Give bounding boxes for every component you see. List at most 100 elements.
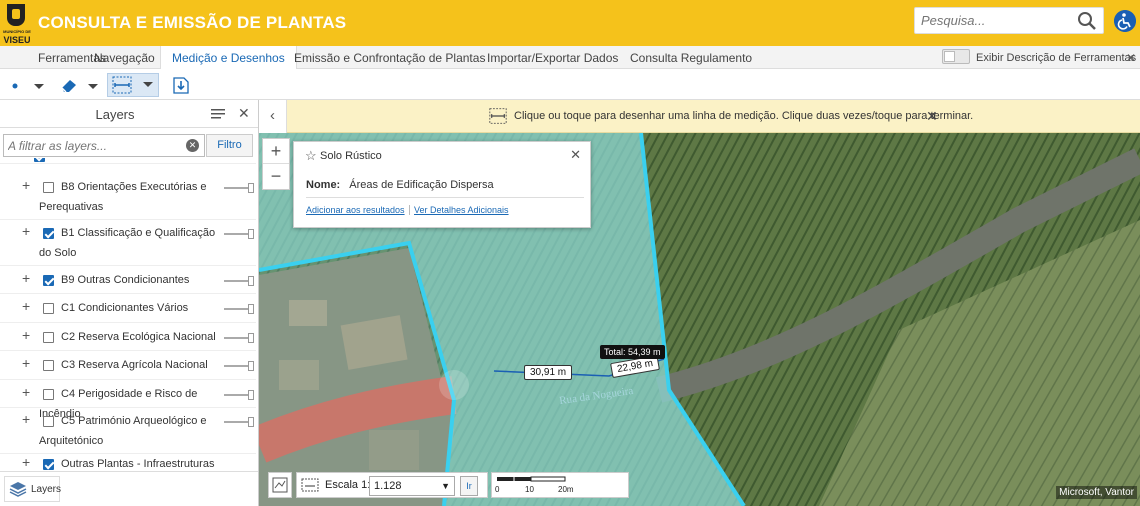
slider-thumb[interactable] [248,417,254,427]
ribbon-tabs: Ferramentas Navegação Medição e Desenhos… [0,46,1140,69]
zoom-control: + − [262,138,290,190]
tab-medicao-e-desenhos[interactable]: Medição e Desenhos [160,46,297,69]
expand-icon[interactable]: + [22,270,30,286]
map-view[interactable]: Rua da Nogueira 30,91 m 22,98 m Total: 5… [259,100,1140,506]
list-item: + C5 Património Arqueológico e Arquitetó… [0,408,256,454]
expand-icon[interactable]: + [22,355,30,371]
measure-tool-button[interactable] [107,73,159,97]
search-input[interactable] [915,8,1065,33]
collapse-panel-button[interactable]: ‹ [259,100,287,133]
slider-thumb[interactable] [248,390,254,400]
toggle-label: Exibir Descrição de Ferramentas [976,52,1137,64]
field-value: Áreas de Edificação Dispersa [349,179,494,191]
slider-track [224,365,250,367]
scale-tick: 0 [495,485,500,494]
zoom-out-button[interactable]: − [263,164,289,189]
opacity-slider[interactable] [224,304,254,314]
eraser-icon[interactable] [58,74,80,96]
close-icon[interactable]: ✕ [570,147,581,163]
total-length-label: Total: 54,39 m [600,345,665,359]
tab-emissao-e-confrontacao[interactable]: Emissão e Confrontação de Plantas [283,46,496,69]
layer-label: B1 Classificação e Qualificação do Solo [39,227,216,259]
layers-panel: Layers ✕ ✕ Filtro + B8 Orientações Execu… [0,100,259,506]
expand-icon[interactable]: + [22,454,30,470]
filter-button[interactable]: Filtro [206,134,253,157]
slider-thumb[interactable] [248,333,254,343]
feature-popup: ☆ Solo Rústico ✕ Nome: Áreas de Edificaç… [293,141,591,228]
search-icon[interactable] [1077,11,1097,31]
star-icon[interactable]: ☆ [305,148,317,164]
list-item: + Outras Plantas - Infraestruturas [0,454,256,470]
layer-checkbox[interactable] [34,158,45,162]
instruction-banner: ‹ Clique ou toque para desenhar uma linh… [259,100,1140,133]
drawing-toolbar [0,70,1140,100]
divider [306,197,584,198]
map-icon [272,477,288,493]
search-box[interactable] [914,7,1104,34]
layer-label: C2 Reserva Ecológica Nacional [61,331,216,343]
expand-icon[interactable]: + [22,298,30,314]
layer-list: + B8 Orientações Executórias e Perequati… [0,158,258,470]
layer-label: C5 Património Arqueológico e Arquitetóni… [39,415,207,447]
chevron-down-icon[interactable] [141,77,155,93]
zoom-in-button[interactable]: + [263,139,289,164]
slider-thumb[interactable] [248,183,254,193]
list-item: + B8 Orientações Executórias e Perequati… [0,174,256,220]
expand-icon[interactable]: + [22,223,30,239]
tool-description-toggle[interactable] [942,49,970,64]
expand-icon[interactable]: + [22,327,30,343]
field-label: Nome: [306,179,341,191]
opacity-slider[interactable] [224,417,254,427]
expand-icon[interactable]: + [22,384,30,400]
ruler-icon [112,76,132,94]
slider-track [224,280,250,282]
close-icon[interactable]: ✕ [238,105,250,122]
slider-thumb[interactable] [248,304,254,314]
slider-track [224,233,250,235]
scale-label: Escala 1: [325,479,371,491]
close-icon[interactable]: ✕ [1126,46,1136,70]
clear-icon[interactable]: ✕ [186,139,199,152]
slider-track [224,187,250,189]
scale-icon [301,478,319,492]
menu-icon[interactable] [211,108,225,120]
layer-filter-input[interactable] [4,135,182,156]
panel-title: Layers [95,107,135,122]
layer-label: B9 Outras Condicionantes [61,274,190,286]
point-tool-icon[interactable] [8,74,22,96]
accessibility-icon[interactable] [1114,10,1136,32]
opacity-slider[interactable] [224,276,254,286]
view-details-link[interactable]: Ver Detalhes Adicionais [409,205,509,215]
tab-navegacao[interactable]: Navegação [83,46,166,69]
chevron-down-icon[interactable] [86,74,100,96]
opacity-slider[interactable] [224,183,254,193]
save-drawing-icon[interactable] [170,74,192,96]
tab-consulta-regulamento[interactable]: Consulta Regulamento [619,46,763,69]
opacity-slider[interactable] [224,361,254,371]
app-header: MUNICÍPIO DE VISEU CONSULTA E EMISSÃO DE… [0,0,1140,46]
close-icon[interactable]: ✕ [926,108,938,125]
slider-thumb[interactable] [248,276,254,286]
layers-tab-button[interactable]: Layers [4,476,61,502]
overview-map-button[interactable] [268,472,292,498]
add-to-results-link[interactable]: Adicionar aos resultados [306,205,405,215]
ruler-icon [489,108,507,124]
expand-icon[interactable]: + [22,177,30,193]
municipality-logo: MUNICÍPIO DE VISEU [2,2,31,45]
list-item [0,158,256,164]
expand-icon[interactable]: + [22,411,30,427]
scale-select[interactable]: 1.128 ▼ [369,476,455,496]
tab-importar-exportar[interactable]: Importar/Exportar Dados [476,46,629,69]
list-item: + C1 Condicionantes Vários [0,294,256,323]
chevron-down-icon[interactable] [32,74,46,96]
slider-thumb[interactable] [248,229,254,239]
layer-filter-box[interactable]: ✕ [3,134,205,157]
layers-icon [9,482,27,497]
go-button[interactable]: Ir [460,476,478,496]
scale-value: 1.128 [374,480,402,492]
slider-thumb[interactable] [248,361,254,371]
opacity-slider[interactable] [224,333,254,343]
opacity-slider[interactable] [224,390,254,400]
opacity-slider[interactable] [224,229,254,239]
map-attribution: Microsoft, Vantor [1056,486,1137,499]
